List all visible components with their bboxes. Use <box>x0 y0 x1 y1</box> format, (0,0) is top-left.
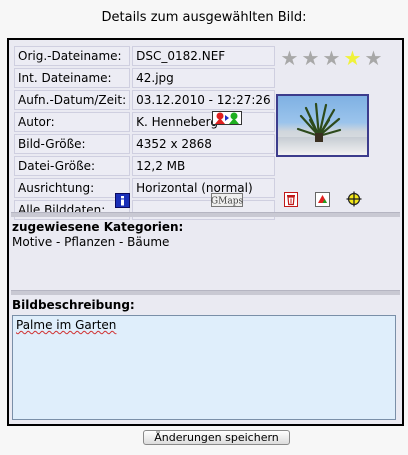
gmaps-label: GMaps <box>211 197 243 207</box>
page-title: Details zum ausgewählten Bild: <box>101 10 307 25</box>
star-icon[interactable]: ★ <box>300 48 321 68</box>
label-author: Autor: <box>14 112 131 132</box>
categories-text: Motive - Pflanzen - Bäume <box>12 235 170 249</box>
value-orig-filename: DSC_0182.NEF <box>132 46 275 66</box>
value-orientation: Horizontal (normal) <box>132 178 275 198</box>
value-int-filename: 42.jpg <box>132 68 275 88</box>
table-row: Bild-Größe: 4352 x 2868 <box>14 134 275 154</box>
label-image-size: Bild-Größe: <box>14 134 131 154</box>
description-text: Palme im Garten <box>16 318 117 332</box>
description-textarea[interactable]: Palme im Garten <box>12 315 396 420</box>
value-file-size: 12,2 MB <box>132 156 275 176</box>
star-icon[interactable]: ★ <box>363 48 384 68</box>
value-datetime: 03.12.2010 - 12:27:26 <box>132 90 275 110</box>
value-image-size: 4352 x 2868 <box>132 134 275 154</box>
label-file-size: Datei-Größe: <box>14 156 131 176</box>
label-datetime: Aufn.-Datum/Zeit: <box>14 90 131 110</box>
description-title: Bildbeschreibung: <box>12 298 135 312</box>
delete-icon[interactable] <box>284 192 298 207</box>
info-icon[interactable] <box>115 193 130 208</box>
value-all-data <box>132 200 275 220</box>
rating-stars[interactable]: ★ ★ ★ ★ ★ <box>279 48 384 68</box>
label-int-filename: Int. Dateiname: <box>14 68 131 88</box>
label-all-data: Alle Bilddaten: <box>14 200 131 220</box>
details-panel: Orig.-Dateiname: DSC_0182.NEF Int. Datei… <box>7 38 404 426</box>
crosshair-icon[interactable] <box>346 191 362 207</box>
table-row: Orig.-Dateiname: DSC_0182.NEF <box>14 46 275 66</box>
header: Details zum ausgewählten Bild: <box>0 0 408 34</box>
divider <box>11 212 400 217</box>
image-thumbnail[interactable] <box>276 94 369 157</box>
gmaps-icon[interactable]: GMaps <box>211 193 243 207</box>
save-button[interactable]: Änderungen speichern <box>143 430 290 445</box>
star-icon[interactable]: ★ <box>279 48 300 68</box>
author-edit-icon[interactable] <box>212 111 242 125</box>
table-row: Int. Dateiname: 42.jpg <box>14 68 275 88</box>
star-icon[interactable]: ★ <box>342 48 363 68</box>
rotate-icon[interactable] <box>315 192 330 207</box>
palm-image <box>296 102 342 142</box>
categories-title: zugewiesene Kategorien: <box>12 220 184 234</box>
label-orientation: Ausrichtung: <box>14 178 131 198</box>
table-row: Aufn.-Datum/Zeit: 03.12.2010 - 12:27:26 <box>14 90 275 110</box>
value-author: K. Henneberg <box>132 112 275 132</box>
star-icon[interactable]: ★ <box>321 48 342 68</box>
label-orig-filename: Orig.-Dateiname: <box>14 46 131 66</box>
divider <box>11 290 400 295</box>
table-row: Datei-Größe: 12,2 MB <box>14 156 275 176</box>
